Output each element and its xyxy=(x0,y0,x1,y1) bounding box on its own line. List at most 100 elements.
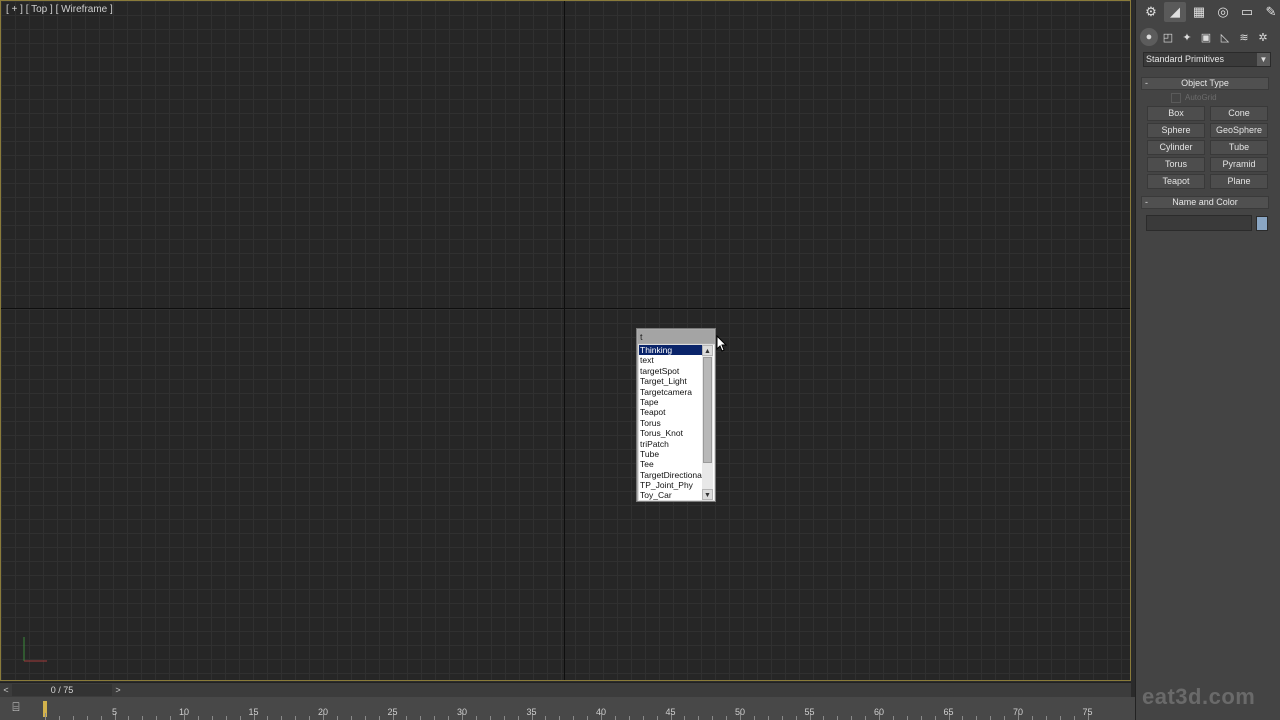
search-input[interactable] xyxy=(638,330,714,343)
primitive-button-cone[interactable]: Cone xyxy=(1210,106,1268,121)
trackbar-frame-label: 15 xyxy=(248,707,259,717)
trackbar-tick xyxy=(1004,716,1006,720)
primitive-button-plane[interactable]: Plane xyxy=(1210,174,1268,189)
trackbar-tick xyxy=(573,716,575,720)
search-result-item[interactable]: targetSpot xyxy=(639,366,702,376)
trackbar[interactable]: ⌸ 5 10 15 20 25 30 35 40 45 50 55 60 65 70 75 xyxy=(0,697,1135,720)
prev-frame-button[interactable]: < xyxy=(0,683,12,697)
object-color-swatch[interactable] xyxy=(1256,216,1268,231)
next-frame-button[interactable]: > xyxy=(112,683,124,697)
command-panel-tabs: ⚙ ◢ ▦ ◎ ▭ ✎ xyxy=(1140,2,1280,22)
search-result-item[interactable]: text xyxy=(639,355,702,365)
settings-gear-icon[interactable]: ⚙ xyxy=(1140,2,1162,22)
search-result-item[interactable]: Target_Light xyxy=(639,376,702,386)
helpers-icon[interactable]: ◺ xyxy=(1216,28,1234,46)
scroll-up-icon[interactable]: ▲ xyxy=(702,345,713,356)
search-result-item[interactable]: Toy_Car xyxy=(639,490,702,500)
hierarchy-tab-icon[interactable]: ▦ xyxy=(1188,2,1210,22)
primitive-button-box[interactable]: Box xyxy=(1147,106,1205,121)
trackbar-tick xyxy=(128,716,130,720)
primitive-button-geosphere[interactable]: GeoSphere xyxy=(1210,123,1268,138)
scroll-down-icon[interactable]: ▼ xyxy=(702,489,713,500)
lights-icon[interactable]: ✦ xyxy=(1178,28,1196,46)
viewport-top[interactable]: [ + ] [ Top ] [ Wireframe ] xyxy=(0,0,1131,681)
space-warps-icon[interactable]: ≋ xyxy=(1235,28,1253,46)
trackbar-tick xyxy=(781,716,783,720)
list-scrollbar[interactable]: ▲ ▼ xyxy=(702,345,713,500)
primitive-category-dropdown[interactable]: Standard Primitives ▼ xyxy=(1143,52,1271,67)
trackbar-frame-label: 40 xyxy=(595,707,607,717)
primitive-button-torus[interactable]: Torus xyxy=(1147,157,1205,172)
trackbar-tick xyxy=(726,716,728,720)
time-slider[interactable]: < 0 / 75 > xyxy=(0,682,1131,697)
shapes-icon[interactable]: ◰ xyxy=(1159,28,1177,46)
trackbar-tick xyxy=(892,716,894,720)
trackbar-tick xyxy=(309,716,311,720)
world-axis-y-line xyxy=(564,1,565,680)
motion-tab-icon[interactable]: ◎ xyxy=(1212,2,1234,22)
trackbar-tick xyxy=(962,716,964,720)
trackbar-tick xyxy=(976,716,978,720)
trackbar-tick xyxy=(156,716,158,720)
object-name-field[interactable] xyxy=(1146,215,1252,231)
trackbar-tick xyxy=(1059,716,1061,720)
trackbar-tick xyxy=(100,716,102,720)
object-type-rollout-header[interactable]: - Object Type xyxy=(1141,77,1269,90)
viewport-label[interactable]: [ + ] [ Top ] [ Wireframe ] xyxy=(6,4,113,15)
search-result-item[interactable]: Targetcamera xyxy=(639,387,702,397)
trackbar-tick xyxy=(350,716,352,720)
object-search-popup[interactable]: ThinkingtexttargetSpotTarget_LightTarget… xyxy=(636,328,716,502)
trackbar-frame-label: 5 xyxy=(111,707,118,717)
trackbar-tick xyxy=(86,716,88,720)
create-tab-icon[interactable]: ◢ xyxy=(1164,2,1186,22)
trackbar-tick xyxy=(920,716,922,720)
search-result-item[interactable]: TP_Joint_Phy xyxy=(639,480,702,490)
trackbar-tick xyxy=(545,716,547,720)
search-result-item[interactable]: Thinking xyxy=(639,345,702,356)
primitive-button-teapot[interactable]: Teapot xyxy=(1147,174,1205,189)
trackbar-tick xyxy=(517,716,519,720)
trackbar-tick xyxy=(587,716,589,720)
checkbox-box[interactable] xyxy=(1171,93,1181,103)
name-color-rollout-header[interactable]: - Name and Color xyxy=(1141,196,1269,209)
cameras-icon[interactable]: ▣ xyxy=(1197,28,1215,46)
scroll-thumb[interactable] xyxy=(703,357,712,463)
trackbar-tick xyxy=(45,713,46,720)
create-category-tabs: ● ◰ ✦ ▣ ◺ ≋ ✲ xyxy=(1140,28,1272,46)
geometry-icon[interactable]: ● xyxy=(1140,28,1158,46)
trackbar-tick xyxy=(197,716,199,720)
rollout-toggle-icon[interactable]: - xyxy=(1145,197,1148,208)
systems-icon[interactable]: ✲ xyxy=(1254,28,1272,46)
chevron-down-icon[interactable]: ▼ xyxy=(1257,53,1270,66)
trackbar-tick xyxy=(990,716,992,720)
trackbar-tick xyxy=(684,716,686,720)
primitive-button-tube[interactable]: Tube xyxy=(1210,140,1268,155)
display-tab-icon[interactable]: ▭ xyxy=(1236,2,1258,22)
trackbar-tick xyxy=(475,716,477,720)
search-result-item[interactable]: Torus xyxy=(639,418,702,428)
search-result-item[interactable]: Teapot xyxy=(639,407,702,417)
trackbar-frame-label: 70 xyxy=(1012,707,1024,717)
search-result-item[interactable]: Tube xyxy=(639,449,702,459)
search-result-item[interactable]: Torus_Knot xyxy=(639,428,702,438)
trackbar-tick xyxy=(489,716,491,720)
search-results-list[interactable]: Thinking text targetSpot Target_Light Target… xyxy=(638,344,715,501)
trackbar-tick xyxy=(614,716,616,720)
utilities-tab-icon[interactable]: ✎ xyxy=(1260,2,1280,22)
primitive-button-pyramid[interactable]: Pyramid xyxy=(1210,157,1268,172)
primitive-button-sphere[interactable]: Sphere xyxy=(1147,123,1205,138)
search-result-item[interactable]: Tee xyxy=(639,459,702,469)
search-result-item[interactable]: TargetDirectional xyxy=(639,470,702,480)
trackbar-tick xyxy=(295,716,297,720)
autogrid-checkbox[interactable]: AutoGrid xyxy=(1171,93,1217,103)
trackbar-tick xyxy=(336,716,338,720)
frame-indicator[interactable]: 0 / 75 xyxy=(12,684,112,696)
trackbar-frame-label: 55 xyxy=(804,707,815,717)
curve-editor-icon[interactable]: ⌸ xyxy=(8,700,24,716)
search-result-item[interactable]: Tape xyxy=(639,397,702,407)
rollout-toggle-icon[interactable]: - xyxy=(1145,78,1148,89)
trackbar-tick xyxy=(767,716,769,720)
primitive-button-cylinder[interactable]: Cylinder xyxy=(1147,140,1205,155)
trackbar-tick xyxy=(406,716,408,720)
search-result-item[interactable]: triPatch xyxy=(639,439,702,449)
